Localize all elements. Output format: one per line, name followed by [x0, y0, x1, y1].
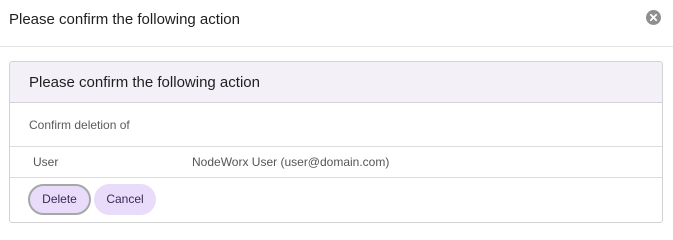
detail-value: NodeWorx User (user@domain.com) — [192, 155, 390, 169]
panel-subtitle-row: Confirm deletion of — [10, 103, 662, 147]
dialog-header: Please confirm the following action — [0, 0, 673, 47]
detail-key: User — [33, 155, 59, 169]
panel-title: Please confirm the following action — [29, 74, 260, 91]
confirm-panel: Please confirm the following action Conf… — [9, 61, 663, 223]
panel-heading: Please confirm the following action — [10, 62, 662, 103]
delete-button[interactable]: Delete — [28, 184, 91, 215]
close-icon[interactable] — [646, 10, 661, 25]
action-bar: Delete Cancel — [10, 178, 662, 222]
panel-subtitle: Confirm deletion of — [29, 118, 130, 132]
dialog-title: Please confirm the following action — [9, 11, 240, 28]
cancel-button[interactable]: Cancel — [94, 184, 156, 215]
detail-row: User NodeWorx User (user@domain.com) — [10, 147, 662, 178]
